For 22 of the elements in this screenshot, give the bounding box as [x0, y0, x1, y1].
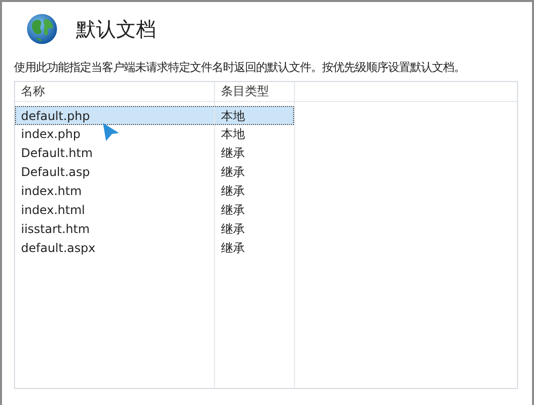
cursor-arrow-icon	[101, 122, 121, 142]
column-header[interactable]: 条目类型	[215, 82, 294, 102]
file-name-cell[interactable]: default.php	[15, 106, 214, 125]
page-title: 默认文档	[76, 16, 156, 42]
entry-type-cell[interactable]: 本地	[215, 125, 294, 144]
file-name-cell[interactable]: index.htm	[15, 182, 214, 201]
file-name-cell[interactable]: default.aspx	[15, 239, 214, 258]
entry-type-cell[interactable]: 继承	[215, 201, 294, 220]
entry-type-cell[interactable]: 继承	[215, 220, 294, 239]
entry-type-cell[interactable]: 继承	[215, 144, 294, 163]
column-header[interactable]: 名称	[15, 82, 214, 102]
description-text: 使用此功能指定当客户端未请求特定文件名时返回的默认文件。按优先级顺序设置默认文档。	[14, 60, 466, 75]
globe-icon	[26, 13, 58, 45]
entry-type-cell[interactable]: 继承	[215, 239, 294, 258]
file-name-cell[interactable]: Default.htm	[15, 144, 214, 163]
file-name-cell[interactable]: index.html	[15, 201, 214, 220]
entry-type-cell[interactable]: 继承	[215, 182, 294, 201]
entry-type-cell[interactable]: 本地	[215, 106, 294, 125]
entry-type-cell[interactable]: 继承	[215, 163, 294, 182]
file-name-cell[interactable]: Default.asp	[15, 163, 214, 182]
file-name-cell[interactable]: index.php	[15, 125, 214, 144]
file-name-cell[interactable]: iisstart.htm	[15, 220, 214, 239]
